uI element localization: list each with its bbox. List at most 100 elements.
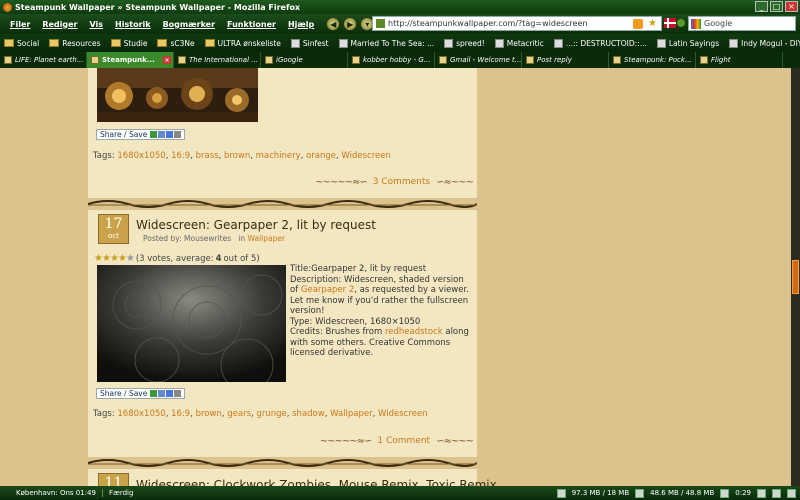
bug-icon[interactable] [676,18,688,28]
adblock-icon[interactable] [787,488,796,498]
rss-feed-icon[interactable] [633,19,643,29]
post2-meta-prefix: Posted by: [143,234,182,243]
tag-link[interactable]: Wallpaper [330,409,373,419]
menu-tools[interactable]: Funktioner [221,20,282,29]
page-viewport: Share / Save Tags: 1680x1050, 16:9, bras… [0,68,800,486]
star-icon[interactable]: ★ [648,18,657,30]
bookmark-item[interactable]: Studie [110,39,147,48]
star-icon[interactable]: ★ [118,253,127,264]
page-icon [494,38,504,48]
bookmark-item[interactable]: ULTRA ønskeliste [204,39,281,48]
desc-gearpaper-link[interactable]: Gearpaper 2 [301,285,354,295]
tag-link[interactable]: Widescreen [378,409,427,419]
tag-link[interactable]: brown [196,409,222,419]
tab[interactable]: LIFE: Planet earth... [0,52,87,68]
bookmark-item[interactable]: Metacritic [494,38,544,48]
tab[interactable]: kobber hobby - G... [348,52,435,68]
tag-link[interactable]: gears [227,409,251,419]
menu-file[interactable]: Filer [4,20,36,29]
bookmark-item[interactable]: Sinfest [290,38,329,48]
bookmark-label: Metacritic [506,38,544,48]
post2-category-link[interactable]: Wallpaper [248,234,286,243]
post1-thumbnail[interactable] [97,68,258,122]
menu-bookmarks[interactable]: Bogmærker [157,20,221,29]
bookmark-item[interactable]: Married To The Sea: ... [338,38,434,48]
search-bar[interactable]: Google [688,16,796,31]
tag-link[interactable]: brown [224,151,250,161]
tab-close-icon[interactable]: × [163,56,171,64]
post2-thumbnail[interactable] [97,265,286,392]
rating-average: 4 [215,253,222,264]
scrollbar-thumb[interactable] [792,260,799,294]
tab[interactable]: Post reply [522,52,609,68]
bookmark-item[interactable]: Social [4,39,39,48]
skype-icon[interactable] [772,488,781,498]
tab[interactable]: Flight [696,52,783,68]
desc-redheadstock-link[interactable]: redheadstock [385,327,443,337]
minimize-button[interactable]: _ [755,1,768,12]
window-titlebar: Steampunk Wallpaper » Steampunk Wallpape… [0,0,800,14]
tag-link[interactable]: 1680x1050 [117,151,165,161]
bookmark-item[interactable]: Resources [49,39,101,48]
tab[interactable]: iGoogle [261,52,348,68]
post3-title[interactable]: Widescreen: Clockwork Zombies, Mouse Rem… [136,478,497,486]
tags-label: Tags: [93,409,115,419]
rating-stars-icon[interactable]: ★★★★★ [94,253,135,264]
tag-link[interactable]: shadow [292,409,325,419]
tab-label: Post reply [537,56,572,64]
tag-link[interactable]: Widescreen [341,151,390,161]
tab[interactable]: The International ... [174,52,261,68]
page-scrollbar[interactable] [791,68,800,486]
post3-date-badge: 11 [98,473,129,486]
bookmark-item[interactable]: sC3Ne [157,39,195,48]
post-divider [88,457,477,469]
star-icon[interactable]: ★ [126,253,135,264]
page-icon [444,38,454,48]
star-icon[interactable]: ★ [102,253,111,264]
desc-title: Title:Gearpaper 2, lit by request [290,264,427,274]
back-icon[interactable]: ◀ [326,17,341,31]
star-icon[interactable]: ★ [110,253,119,264]
bookmark-item[interactable]: spreed! [444,38,485,48]
star-icon[interactable]: ★ [94,253,103,264]
tag-link[interactable]: brass [196,151,219,161]
desc-type: Type: Widescreen, 1680×1050 [290,316,421,327]
post2-title[interactable]: Widescreen: Gearpaper 2, lit by request [136,218,376,232]
tag-link[interactable]: 1680x1050 [117,409,165,419]
bookmarks-toolbar: Social Resources Studie sC3Ne ULTRA ønskelis… [0,34,800,52]
flag-icon[interactable] [664,18,676,28]
menu-view[interactable]: Vis [83,20,109,29]
url-bar[interactable]: http://steampunkwallpaper.com/?tag=wides… [372,16,662,31]
post1-comments-link[interactable]: 3 Comments [373,177,430,187]
tab[interactable]: Gmail - Welcome t... [435,52,522,68]
tag-link[interactable]: 16:9 [171,151,190,161]
bookmark-item[interactable]: ...:: DESTRUCTOID::... [553,38,647,48]
post2-author: Mousewrites [184,234,232,243]
share-save-button[interactable]: Share / Save [96,388,186,399]
firefox-icon [3,2,12,12]
tab[interactable]: Steampunk... × [87,52,174,68]
maximize-button[interactable]: □ [770,1,783,12]
tag-link[interactable]: orange [306,151,336,161]
tab-label: Steampunk... [102,56,155,64]
page-icon [656,38,666,48]
tag-link[interactable]: machinery [256,151,301,161]
tab-favicon-icon [178,56,186,64]
tag-link[interactable]: grunge [256,409,286,419]
menu-edit[interactable]: Rediger [36,20,83,29]
menu-history[interactable]: Historik [109,20,157,29]
forward-icon[interactable]: ▶ [343,17,358,31]
addon-icon[interactable] [757,488,766,498]
bookmark-item[interactable]: Indy Mogul - DIY film... [729,38,800,48]
close-button[interactable]: × [785,1,798,12]
post2-comments-link[interactable]: 1 Comment [377,436,430,446]
share-save-button[interactable]: Share / Save [96,129,186,140]
tab[interactable]: Steampunk: Pock... [609,52,696,68]
menu-help[interactable]: Hjælp [282,20,320,29]
navigation-toolbar: Filer Rediger Vis Historik Bogmærker Fun… [0,14,800,34]
tab-label: The International ... [189,56,258,64]
bookmark-item[interactable]: Latin Sayings [656,38,719,48]
page-icon [553,38,563,48]
tag-link[interactable]: 16:9 [171,409,190,419]
tab-label: Gmail - Welcome t... [450,56,522,64]
